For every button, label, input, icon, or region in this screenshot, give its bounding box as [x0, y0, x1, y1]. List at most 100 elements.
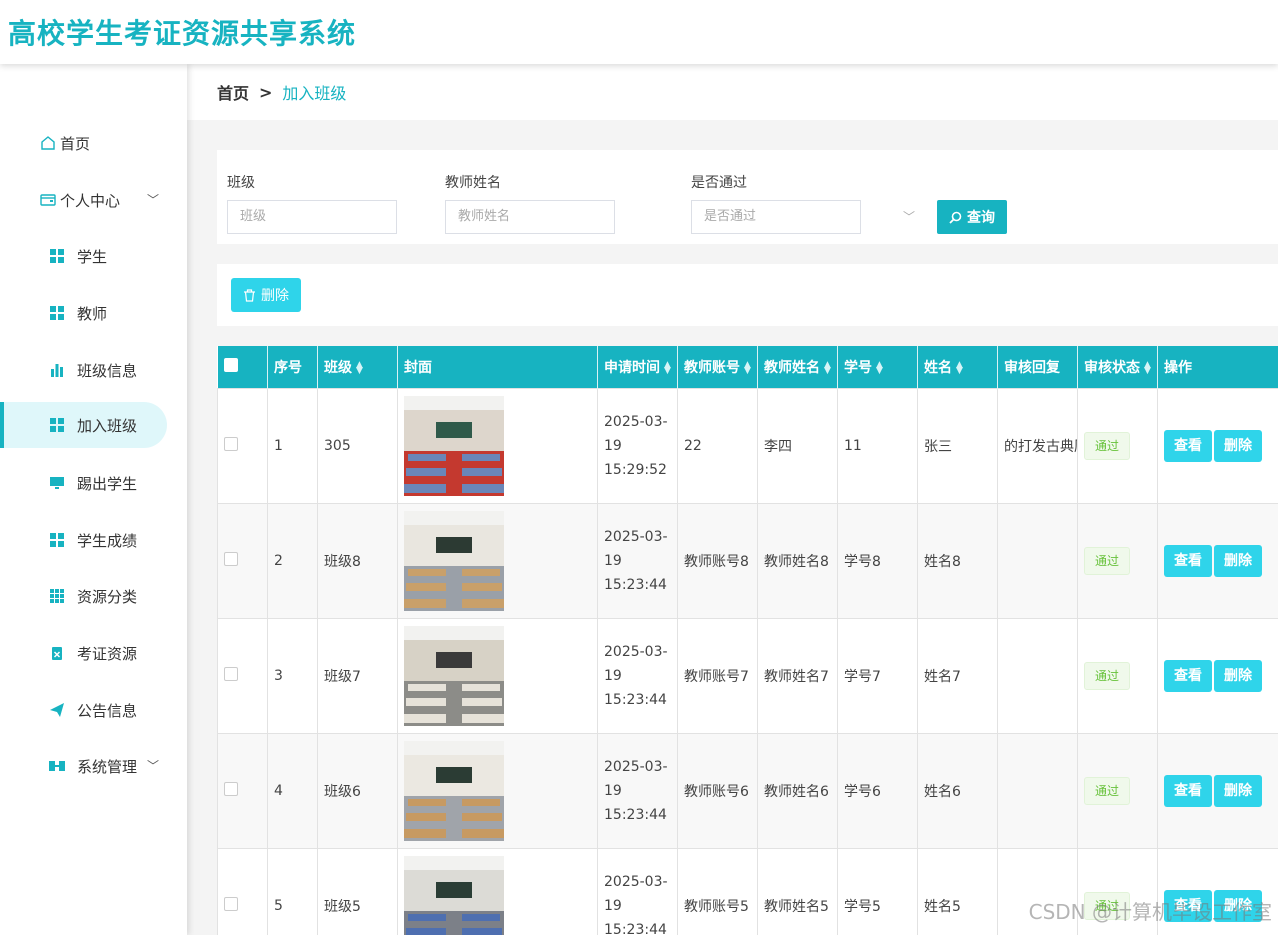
sort-icon[interactable]: ▲ ▼ — [744, 360, 751, 375]
header-time[interactable]: 申请时间 ▲ ▼ — [597, 346, 678, 388]
delete-button[interactable]: 删除 — [1214, 429, 1262, 462]
clipboard-icon — [49, 645, 65, 661]
sort-icon[interactable]: ▲ ▼ — [1144, 360, 1151, 375]
sidebar-item-remove-student[interactable]: 踢出学生 — [0, 460, 187, 506]
cell-class: 班级8 — [317, 502, 398, 619]
sidebar-item-label: 资源分类 — [77, 587, 138, 606]
sidebar-item-join-class[interactable]: 加入班级 — [0, 402, 167, 448]
chevron-down-icon[interactable]: ﹀ — [903, 208, 915, 225]
header-status[interactable]: 审核状态 ▲ ▼ — [1077, 346, 1158, 388]
breadcrumb-home[interactable]: 首页 — [217, 80, 249, 104]
cell-cover — [397, 732, 598, 849]
apply-date: 2025-03-19 — [604, 758, 668, 799]
teacher-name-input[interactable]: 教师姓名 — [445, 200, 615, 234]
grid-icon — [49, 532, 65, 548]
table-row[interactable]: 3 班级7 2025-03-19 15:23:44 教师账号7 教师姓名7 学号7 姓名7 通过… — [217, 617, 1278, 734]
cell-teacher-account: 教师账号5 — [677, 847, 758, 935]
cell-student-no: 学号7 — [837, 617, 918, 734]
sidebar-item-resource-category[interactable]: 资源分类 — [0, 573, 187, 619]
sort-icon[interactable]: ▲ ▼ — [876, 360, 883, 375]
row-checkbox[interactable] — [224, 551, 238, 566]
sidebar-item-student-scores[interactable]: 学生成绩 — [0, 517, 187, 563]
delete-button[interactable]: 删除 — [1214, 659, 1262, 692]
apply-clock: 15:23:44 — [604, 921, 667, 935]
pass-select[interactable]: 是否通过 — [691, 200, 861, 234]
cell-teacher-account: 教师账号8 — [677, 502, 758, 619]
app-title: 高校学生考证资源共享系统 — [8, 17, 357, 50]
header-name[interactable]: 姓名 ▲ ▼ — [917, 346, 998, 388]
sidebar-item-label: 学生 — [77, 247, 108, 266]
row-select-cell[interactable] — [217, 502, 268, 619]
cover-image[interactable] — [404, 625, 504, 726]
sidebar-item-announcements[interactable]: 公告信息 — [0, 687, 187, 733]
cell-cover — [397, 502, 598, 619]
row-checkbox[interactable] — [224, 666, 238, 681]
grid-icon — [49, 248, 65, 264]
view-button[interactable]: 查看 — [1164, 544, 1212, 577]
sidebar-item-exam-resources[interactable]: 考证资源 — [0, 630, 187, 676]
sort-icon[interactable]: ▲ ▼ — [824, 360, 831, 375]
header-teacher-account[interactable]: 教师账号 ▲ ▼ — [677, 346, 758, 388]
cover-image[interactable] — [404, 855, 504, 935]
select-all-header[interactable] — [217, 346, 268, 388]
table-row[interactable]: 2 班级8 2025-03-19 15:23:44 教师账号8 教师姓名8 学号8 姓名8 通过… — [217, 502, 1278, 619]
cell-teacher-account: 22 — [677, 387, 758, 504]
view-button[interactable]: 查看 — [1164, 659, 1212, 692]
row-checkbox[interactable] — [224, 896, 238, 911]
header-student-no[interactable]: 学号 ▲ ▼ — [837, 346, 918, 388]
sidebar-item-label: 个人中心 — [60, 191, 121, 210]
cover-image[interactable] — [404, 510, 504, 611]
sidebar: 首页 个人中心 ﹀ 学生 教师 班级信息 加入班级 踢出学生 学生成绩 资源分类… — [0, 64, 187, 935]
sidebar-item-personal-center[interactable]: 个人中心 ﹀ — [0, 177, 187, 223]
table-row[interactable]: 13052025-03-1915:29:5222李四11张三的打发古典历通过查看… — [217, 387, 1278, 504]
class-input[interactable]: 班级 — [227, 200, 397, 234]
table-header-row: 序号 班级 ▲ ▼ 封面 申请时间 ▲ ▼ 教师账号 ▲ ▼ 教师姓名 ▲ ▼ 学号 ▲ ▼ 姓名 ▲… — [217, 346, 1278, 388]
batch-delete-button[interactable]: 删除 — [231, 278, 301, 312]
cell-class: 班级5 — [317, 847, 398, 935]
wallet-icon — [40, 192, 56, 208]
row-select-cell[interactable] — [217, 732, 268, 849]
cover-image[interactable] — [404, 395, 504, 496]
chevron-down-icon: ﹀ — [146, 759, 159, 773]
sidebar-item-label: 考证资源 — [77, 644, 138, 663]
row-select-cell[interactable] — [217, 387, 268, 504]
sidebar-item-students[interactable]: 学生 — [0, 233, 187, 279]
search-button[interactable]: 查询 — [937, 200, 1007, 234]
cell-index: 5 — [267, 847, 318, 935]
view-button[interactable]: 查看 — [1164, 774, 1212, 807]
status-badge: 通过 — [1084, 776, 1131, 805]
select-all-checkbox[interactable] — [223, 357, 238, 372]
sort-icon[interactable]: ▲ ▼ — [664, 360, 671, 375]
row-checkbox[interactable] — [224, 781, 238, 796]
cell-student-no: 学号5 — [837, 847, 918, 935]
cell-apply-time: 2025-03-19 15:23:44 — [597, 617, 678, 734]
apply-date: 2025-03-19 — [604, 643, 668, 684]
sidebar-item-class-info[interactable]: 班级信息 — [0, 347, 187, 393]
chevron-down-icon: ﹀ — [146, 193, 159, 207]
sidebar-item-home[interactable]: 首页 — [0, 120, 187, 166]
delete-button[interactable]: 删除 — [1214, 544, 1262, 577]
delete-button[interactable]: 删除 — [1214, 774, 1262, 807]
status-badge: 通过 — [1084, 431, 1131, 460]
row-select-cell[interactable] — [217, 617, 268, 734]
sort-icon[interactable]: ▲ ▼ — [356, 360, 363, 375]
sidebar-item-system-management[interactable]: 系统管理 ﹀ — [0, 743, 187, 789]
cover-image[interactable] — [404, 740, 504, 841]
table-row[interactable]: 4 班级6 2025-03-19 15:23:44 教师账号6 教师姓名6 学号6 姓名6 通过… — [217, 732, 1278, 849]
cell-ops: 查看 删除 — [1157, 502, 1278, 619]
search-icon — [949, 211, 962, 224]
sort-icon[interactable]: ▲ ▼ — [956, 360, 963, 375]
cell-reply: 的打发古典历 — [997, 387, 1078, 504]
cell-status: 通过 — [1077, 617, 1158, 734]
cell-name: 姓名7 — [917, 617, 998, 734]
row-checkbox[interactable] — [224, 436, 238, 451]
view-button[interactable]: 查看 — [1164, 429, 1212, 462]
sidebar-item-teachers[interactable]: 教师 — [0, 290, 187, 336]
row-select-cell[interactable] — [217, 847, 268, 935]
cell-class: 班级7 — [317, 617, 398, 734]
sidebar-item-label: 学生成绩 — [77, 531, 138, 550]
header-class[interactable]: 班级 ▲ ▼ — [317, 346, 398, 388]
cell-status: 通过 — [1077, 387, 1158, 504]
cell-index: 1 — [267, 387, 318, 504]
header-teacher-name[interactable]: 教师姓名 ▲ ▼ — [757, 346, 838, 388]
